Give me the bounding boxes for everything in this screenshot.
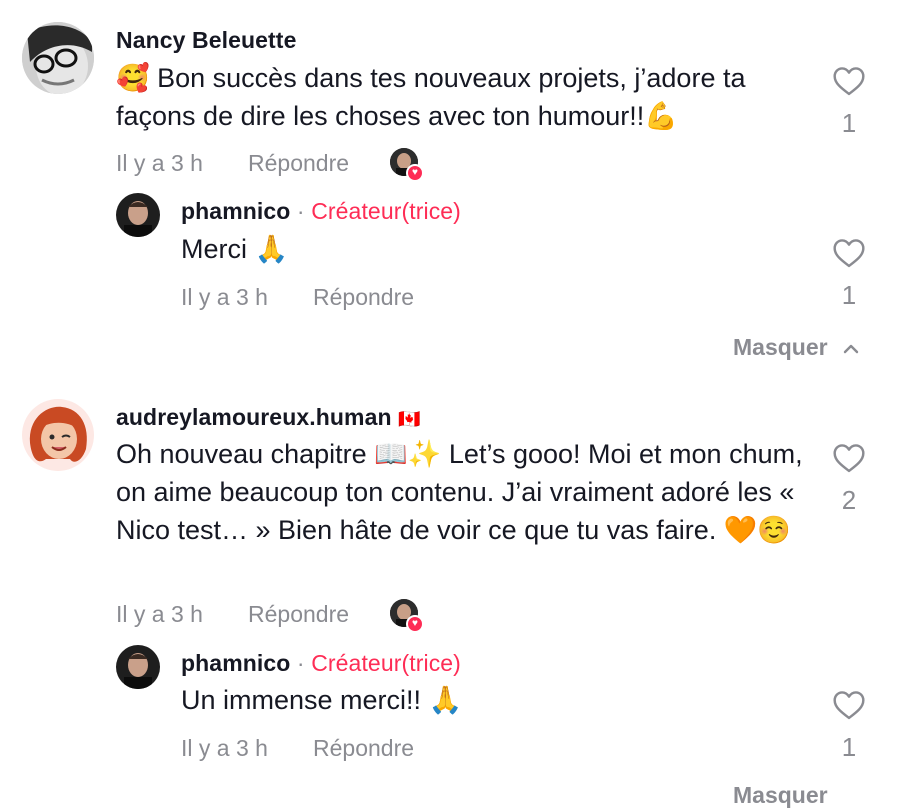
like-count: 2 bbox=[841, 485, 857, 515]
reply-button[interactable]: Répondre bbox=[248, 150, 349, 177]
comment-text: 🥰 Bon succès dans tes nouveaux projets, … bbox=[116, 63, 746, 131]
avatar-image bbox=[116, 645, 160, 689]
like-count: 1 bbox=[841, 280, 857, 310]
like-button[interactable]: 2 bbox=[829, 443, 869, 516]
separator: · bbox=[296, 650, 305, 676]
reply-username-text[interactable]: phamnico bbox=[181, 650, 290, 676]
chevron-up-icon bbox=[843, 344, 859, 354]
avatar[interactable] bbox=[22, 399, 94, 471]
canada-flag-icon: 🇨🇦 bbox=[398, 409, 421, 429]
creator-label: Créateur(trice) bbox=[311, 198, 461, 224]
like-count: 1 bbox=[841, 108, 857, 138]
creator-liked-badge: ♥ bbox=[390, 599, 424, 633]
like-count: 1 bbox=[841, 732, 857, 762]
hide-replies-button[interactable]: Masquer bbox=[733, 782, 828, 809]
reply-timestamp: Il y a 3 h bbox=[181, 735, 268, 761]
creator-label: Créateur(trice) bbox=[311, 650, 461, 676]
comment-username[interactable]: audreylamoureux.human 🇨🇦 bbox=[116, 404, 421, 431]
reply-username-text[interactable]: phamnico bbox=[181, 198, 290, 224]
heart-outline-icon bbox=[833, 67, 865, 96]
heart-outline-icon bbox=[833, 239, 865, 268]
avatar-image bbox=[116, 193, 160, 237]
avatar[interactable] bbox=[22, 22, 94, 94]
avatar[interactable] bbox=[116, 193, 160, 237]
reply-username[interactable]: phamnico · Créateur(trice) bbox=[181, 650, 461, 677]
reply-text: Merci 🙏 bbox=[181, 234, 289, 264]
heart-outline-icon bbox=[833, 444, 865, 473]
heart-outline-icon bbox=[833, 691, 865, 720]
comment-timestamp: Il y a 3 h bbox=[116, 601, 203, 627]
avatar-image bbox=[22, 22, 94, 94]
reply-username[interactable]: phamnico · Créateur(trice) bbox=[181, 198, 461, 225]
avatar-image bbox=[22, 399, 94, 471]
creator-liked-badge: ♥ bbox=[390, 148, 424, 182]
reply-timestamp: Il y a 3 h bbox=[181, 284, 268, 310]
like-button[interactable]: 1 bbox=[829, 238, 869, 311]
separator: · bbox=[296, 198, 305, 224]
comment-text: Oh nouveau chapitre 📖✨ Let’s gooo! Moi e… bbox=[116, 439, 803, 545]
avatar[interactable] bbox=[116, 645, 160, 689]
comment-username-text[interactable]: audreylamoureux.human bbox=[116, 404, 392, 430]
heart-icon: ♥ bbox=[406, 615, 424, 633]
comment-timestamp: Il y a 3 h bbox=[116, 150, 203, 176]
reply-button[interactable]: Répondre bbox=[248, 601, 349, 628]
hide-replies-button[interactable]: Masquer bbox=[733, 334, 860, 361]
reply-text: Un immense merci!! 🙏 bbox=[181, 685, 463, 715]
comment-username[interactable]: Nancy Beleuette bbox=[116, 27, 296, 54]
hide-replies-label[interactable]: Masquer bbox=[733, 782, 828, 808]
heart-icon: ♥ bbox=[406, 164, 424, 182]
hide-replies-label[interactable]: Masquer bbox=[733, 334, 828, 360]
reply-button[interactable]: Répondre bbox=[313, 284, 414, 311]
like-button[interactable]: 1 bbox=[829, 690, 869, 763]
like-button[interactable]: 1 bbox=[829, 66, 869, 139]
reply-button[interactable]: Répondre bbox=[313, 735, 414, 762]
